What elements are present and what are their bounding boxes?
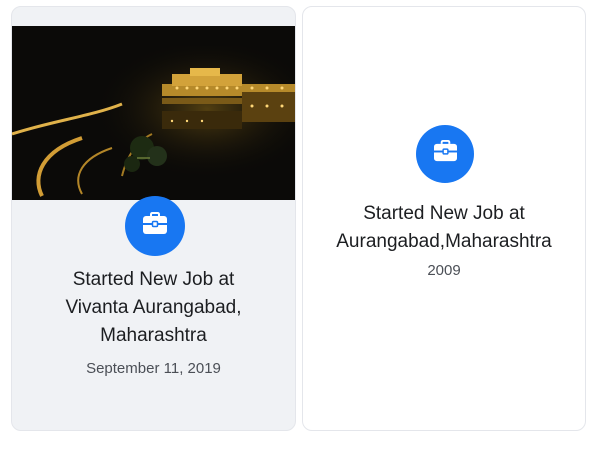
briefcase-badge (416, 125, 474, 183)
briefcase-icon (432, 140, 459, 168)
life-event-date: 2009 (427, 262, 461, 279)
title-line: Started New Job at (363, 203, 525, 224)
life-event-photo[interactable] (12, 26, 295, 200)
title-line: Aurangabad,Maharashtra (336, 231, 552, 252)
life-event-date: September 11, 2019 (86, 360, 221, 377)
life-event-card-vivanta[interactable]: Started New Job at Vivanta Aurangabad, M… (11, 6, 296, 431)
life-event-card-aurangabad[interactable]: Started New Job at Aurangabad,Maharashtr… (302, 6, 586, 431)
life-event-title[interactable]: Started New Job at Aurangabad,Maharashtr… (303, 200, 585, 256)
title-line: Started New Job at (72, 269, 235, 290)
life-event-title[interactable]: Started New Job at Vivanta Aurangabad, M… (12, 266, 295, 350)
title-line: Maharashtra (100, 325, 207, 346)
briefcase-badge (125, 196, 185, 256)
life-events-grid: Started New Job at Vivanta Aurangabad, M… (0, 0, 597, 453)
title-line: Vivanta Aurangabad, (65, 297, 242, 318)
briefcase-icon (141, 211, 169, 241)
